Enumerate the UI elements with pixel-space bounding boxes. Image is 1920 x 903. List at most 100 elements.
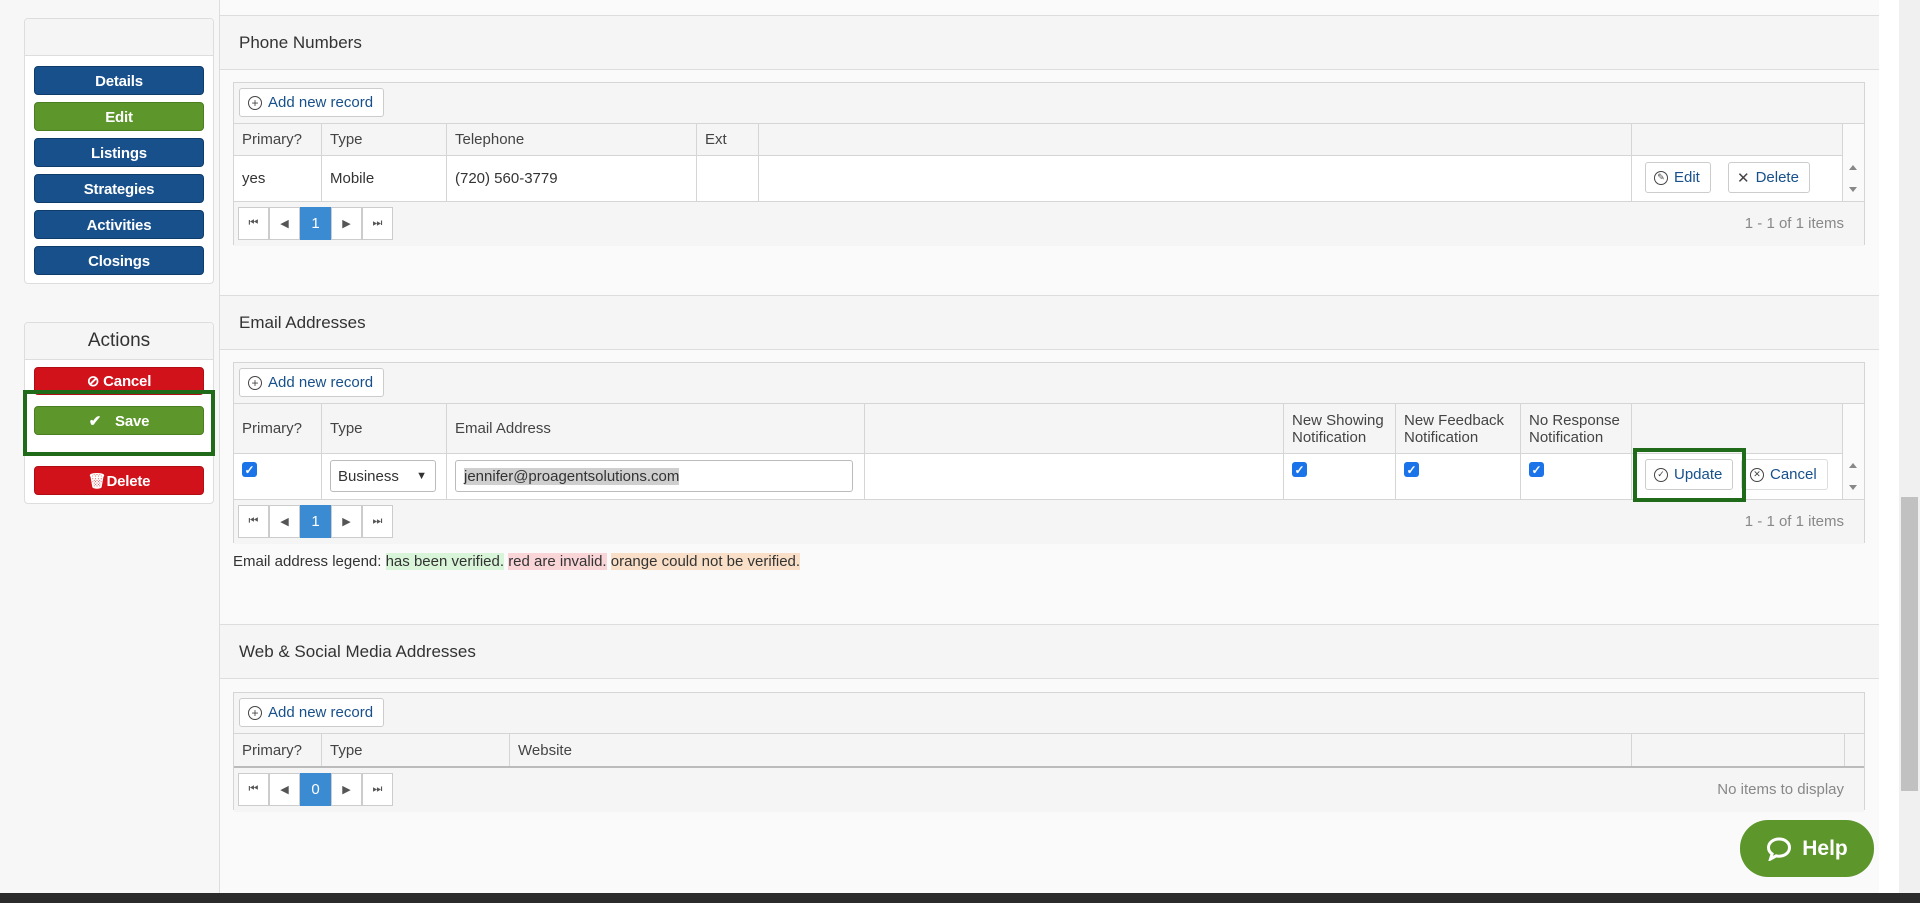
cell-spacer — [865, 454, 1284, 499]
cell-spacer — [759, 156, 1632, 201]
type-select-value: Business — [338, 467, 399, 485]
col-email-address[interactable]: Email Address — [447, 404, 865, 453]
help-button[interactable]: Help — [1740, 820, 1874, 877]
last-page-icon[interactable]: ⏭ — [362, 773, 393, 806]
col-type[interactable]: Type — [322, 734, 510, 766]
cancel-circle-icon: ✕ — [1750, 467, 1764, 482]
delete-row-label: Delete — [1755, 169, 1799, 186]
last-page-icon[interactable]: ⏭ — [362, 207, 393, 240]
cancel-row-label: Cancel — [1770, 466, 1817, 483]
col-ext[interactable]: Ext — [697, 124, 759, 155]
scroll-down-icon[interactable] — [1849, 485, 1857, 490]
nav-activities-button[interactable]: Activities — [34, 210, 204, 239]
page-scrollbar-thumb[interactable] — [1901, 497, 1918, 791]
chat-bubble-icon — [1767, 836, 1792, 861]
col-new-showing[interactable]: New Showing Notification — [1284, 404, 1396, 453]
delete-button[interactable]: 🗑Delete — [34, 466, 204, 495]
prev-page-icon[interactable]: ◀ — [269, 207, 300, 240]
phones-header-row: Primary? Type Telephone Ext — [234, 124, 1864, 156]
phones-scrollbar[interactable] — [1842, 124, 1864, 201]
type-select[interactable]: Business ▼ — [330, 460, 436, 492]
col-type[interactable]: Type — [322, 124, 447, 155]
prev-page-icon[interactable]: ◀ — [269, 505, 300, 538]
cell-new-showing: ✓ — [1284, 454, 1396, 499]
emails-scrollbar[interactable] — [1842, 404, 1864, 499]
scroll-up-icon[interactable] — [1849, 463, 1857, 468]
nav-strategies-button[interactable]: Strategies — [34, 174, 204, 203]
next-page-icon[interactable]: ▶ — [331, 773, 362, 806]
new-feedback-checkbox[interactable]: ✓ — [1404, 462, 1419, 477]
col-primary[interactable]: Primary? — [234, 404, 322, 453]
cell-type: Business ▼ — [322, 454, 447, 499]
nav-edit-button[interactable]: Edit — [34, 102, 204, 131]
nav-details-button[interactable]: Details — [34, 66, 204, 95]
email-field-value: jennifer@proagentsolutions.com — [464, 467, 680, 485]
cell-telephone: (720) 560-3779 — [447, 156, 697, 201]
page-current[interactable]: 1 — [300, 505, 331, 538]
col-website[interactable]: Website — [510, 734, 1632, 766]
col-commands — [1632, 734, 1845, 766]
col-type[interactable]: Type — [322, 404, 447, 453]
nav-listings-button[interactable]: Listings — [34, 138, 204, 167]
legend-verified: has been verified. — [385, 553, 505, 570]
cancel-icon: ⊘ — [86, 373, 100, 390]
no-response-checkbox[interactable]: ✓ — [1529, 462, 1544, 477]
cell-email: jennifer@proagentsolutions.com — [447, 454, 865, 499]
col-spacer — [759, 124, 1632, 155]
prev-page-icon[interactable]: ◀ — [269, 773, 300, 806]
cell-primary: yes — [234, 156, 322, 201]
first-page-icon[interactable]: ⏮ — [238, 505, 269, 538]
nav-closings-button[interactable]: Closings — [34, 246, 204, 275]
pager-info: 1 - 1 of 1 items — [1744, 513, 1844, 530]
emails-add-label: Add new record — [268, 374, 374, 391]
cell-type: Mobile — [322, 156, 447, 201]
col-primary[interactable]: Primary? — [234, 124, 322, 155]
cell-ext — [697, 156, 759, 201]
main-content: Phone Numbers + Add new record Primary? … — [220, 0, 1879, 893]
phones-add-button[interactable]: + Add new record — [239, 88, 385, 117]
col-new-feedback[interactable]: New Feedback Notification — [1396, 404, 1521, 453]
scroll-down-icon[interactable] — [1849, 187, 1857, 192]
phones-section-header: Phone Numbers — [220, 15, 1879, 70]
delete-row-button[interactable]: ✕ Delete — [1728, 162, 1810, 193]
first-page-icon[interactable]: ⏮ — [238, 773, 269, 806]
page-current[interactable]: 1 — [300, 207, 331, 240]
page-scrollbar[interactable] — [1899, 0, 1920, 893]
pager-info: No items to display — [1717, 781, 1844, 798]
caret-down-icon: ▼ — [416, 470, 427, 482]
col-telephone[interactable]: Telephone — [447, 124, 697, 155]
web-toolbar: + Add new record — [234, 693, 1864, 734]
emails-add-button[interactable]: + Add new record — [239, 368, 385, 397]
edit-label: Edit — [1674, 169, 1700, 186]
edit-row-button[interactable]: ✎ Edit — [1645, 162, 1711, 193]
help-label: Help — [1802, 836, 1848, 860]
next-page-icon[interactable]: ▶ — [331, 207, 362, 240]
emails-toolbar: + Add new record — [234, 363, 1864, 404]
legend-unverified: orange could not be verified. — [610, 553, 801, 570]
email-field[interactable]: jennifer@proagentsolutions.com — [455, 460, 853, 492]
cell-primary: ✓ — [234, 454, 322, 499]
web-pager: ⏮ ◀ 0 ▶ ⏭ No items to display — [234, 768, 1864, 812]
scroll-up-icon[interactable] — [1849, 165, 1857, 170]
col-primary[interactable]: Primary? — [234, 734, 322, 766]
next-page-icon[interactable]: ▶ — [331, 505, 362, 538]
last-page-icon[interactable]: ⏭ — [362, 505, 393, 538]
delete-label: Delete — [106, 473, 151, 490]
page-current[interactable]: 0 — [300, 773, 331, 806]
new-showing-checkbox[interactable]: ✓ — [1292, 462, 1307, 477]
cancel-row-button[interactable]: ✕ Cancel — [1741, 459, 1828, 490]
primary-checkbox[interactable]: ✓ — [242, 462, 257, 477]
first-page-icon[interactable]: ⏮ — [238, 207, 269, 240]
update-highlight-box — [1633, 448, 1746, 502]
close-icon: ✕ — [1737, 169, 1750, 187]
web-header-row: Primary? Type Website — [234, 734, 1864, 768]
taskbar — [0, 893, 1920, 903]
web-add-button[interactable]: + Add new record — [239, 698, 385, 727]
col-no-response[interactable]: No Response Notification — [1521, 404, 1632, 453]
web-grid: + Add new record Primary? Type Website ⏮… — [233, 692, 1865, 812]
trash-icon: 🗑 — [87, 473, 107, 490]
legend-invalid: red are invalid. — [508, 553, 607, 570]
phones-title: Phone Numbers — [239, 33, 362, 52]
plus-icon: + — [248, 705, 262, 720]
emails-header-row: Primary? Type Email Address New Showing … — [234, 404, 1864, 454]
